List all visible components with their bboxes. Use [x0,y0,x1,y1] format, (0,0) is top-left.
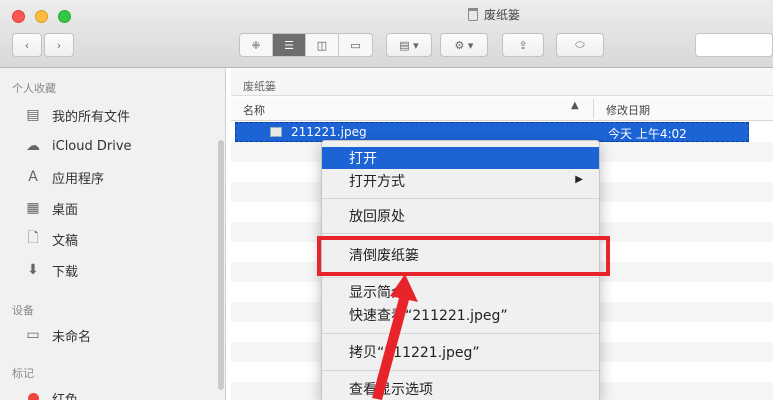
menu-item-put-back[interactable]: 放回原处 [322,205,599,227]
trash-icon [468,8,478,21]
cover-flow-icon: ▭ [350,38,361,52]
menu-item-open-with[interactable]: 打开方式 ▶ [322,170,599,192]
sidebar-item-label: 应用程序 [52,171,105,187]
column-separator[interactable] [593,99,594,119]
sidebar-item-label: 我的所有文件 [52,109,131,125]
sidebar-item-downloads[interactable]: ⬇ 下载 [24,259,78,281]
icon-view-button[interactable]: ⁜ [240,34,273,56]
column-date-header[interactable]: 修改日期 [606,102,650,118]
menu-item-label: 放回原处 [349,209,405,225]
annotation-arrow [372,274,418,400]
action-button[interactable]: ⚙ ▾ [440,33,488,57]
menu-item-label: 打开方式 [349,174,405,190]
column-name-header[interactable]: 名称 [243,102,265,118]
sidebar-item-applications[interactable]: A 应用程序 [24,166,104,188]
zoom-window-button[interactable] [58,10,71,23]
minimize-window-button[interactable] [35,10,48,23]
sidebar-item-tag-red[interactable]: 红色 [24,387,78,400]
columns-icon: ◫ [316,38,328,52]
file-date: 今天 上午4:02 [608,127,687,141]
sidebar-item-documents[interactable]: 🗋 文稿 [24,228,78,250]
tags-button[interactable]: ⬭ [556,33,604,57]
sidebar-item-icloud-drive[interactable]: ☁ iCloud Drive [24,135,132,157]
chevron-left-icon: ‹ [24,38,30,52]
search-input[interactable] [695,33,773,57]
arrange-icon: ▤ ▾ [399,38,419,52]
back-button[interactable]: ‹ [12,33,42,57]
tag-icon: ⬭ [575,38,585,51]
sidebar-item-label: 红色 [52,392,79,400]
sidebar-item-desktop[interactable]: ▦ 桌面 [24,197,78,219]
sidebar-item-label: 下载 [52,264,79,280]
sidebar-item-label: iCloud Drive [52,138,132,154]
submenu-arrow-icon: ▶ [575,174,583,185]
sort-ascending-icon[interactable]: ▲ [571,100,579,111]
devices-section-label: 设备 [12,304,34,317]
applications-icon: A [28,169,38,185]
arrange-button[interactable]: ▤ ▾ [386,33,432,57]
tags-section-label: 标记 [12,367,34,380]
view-mode-selector[interactable]: ⁜ ☰ ◫ ▭ [239,33,373,57]
sidebar-scrollbar[interactable] [218,140,224,390]
favorites-section-label: 个人收藏 [12,82,56,95]
path-label: 废纸篓 [243,80,276,93]
highlight-box [317,236,610,276]
cloud-icon: ☁ [26,138,40,154]
desktop-icon: ▦ [26,200,40,216]
cover-flow-view-button[interactable]: ▭ [339,34,372,56]
column-header: 名称 ▲ 修改日期 [231,97,773,121]
grid-icon: ⁜ [251,38,261,52]
sidebar-item-unnamed-disk[interactable]: ▭ 未命名 [24,324,91,346]
sidebar-item-label: 未命名 [52,329,92,345]
disk-icon: ▭ [26,327,40,343]
image-file-icon [270,127,282,137]
window-title: 废纸篓 [468,6,520,23]
sidebar-item-all-files[interactable]: ▤ 我的所有文件 [24,104,130,126]
red-tag-icon [24,389,42,400]
selected-file-row[interactable]: 211221.jpeg 今天 上午4:02 [235,122,749,142]
sidebar-item-label: 文稿 [52,233,79,249]
list-icon: ☰ [284,38,294,52]
all-files-icon: ▤ [26,107,40,123]
menu-separator [322,233,599,234]
window-title-text: 废纸篓 [484,8,521,22]
sidebar: 个人收藏 ▤ 我的所有文件 ☁ iCloud Drive A 应用程序 ▦ 桌面… [0,68,226,400]
documents-icon: 🗋 [27,230,39,246]
column-view-button[interactable]: ◫ [306,34,339,56]
share-icon: ⇪ [518,38,528,52]
menu-separator [322,198,599,199]
download-icon: ⬇ [27,262,39,278]
file-name: 211221.jpeg [291,125,367,139]
window-toolbar: 废纸篓 ‹ › ⁜ ☰ ◫ ▭ ▤ ▾ ⚙ ▾ ⇪ ⬭ [0,0,773,68]
chevron-right-icon: › [56,38,62,52]
share-button[interactable]: ⇪ [502,33,544,57]
menu-item-label: 打开 [349,151,377,167]
menu-item-open[interactable]: 打开 [322,147,599,169]
close-window-button[interactable] [12,10,25,23]
gear-icon: ⚙ ▾ [454,38,474,52]
list-view-button[interactable]: ☰ [273,34,306,56]
table-row[interactable]: 211221.jpeg 今天 上午4:02 [231,122,773,142]
sidebar-item-label: 桌面 [52,202,79,218]
forward-button[interactable]: › [44,33,74,57]
path-bar: 废纸篓 [231,68,773,96]
